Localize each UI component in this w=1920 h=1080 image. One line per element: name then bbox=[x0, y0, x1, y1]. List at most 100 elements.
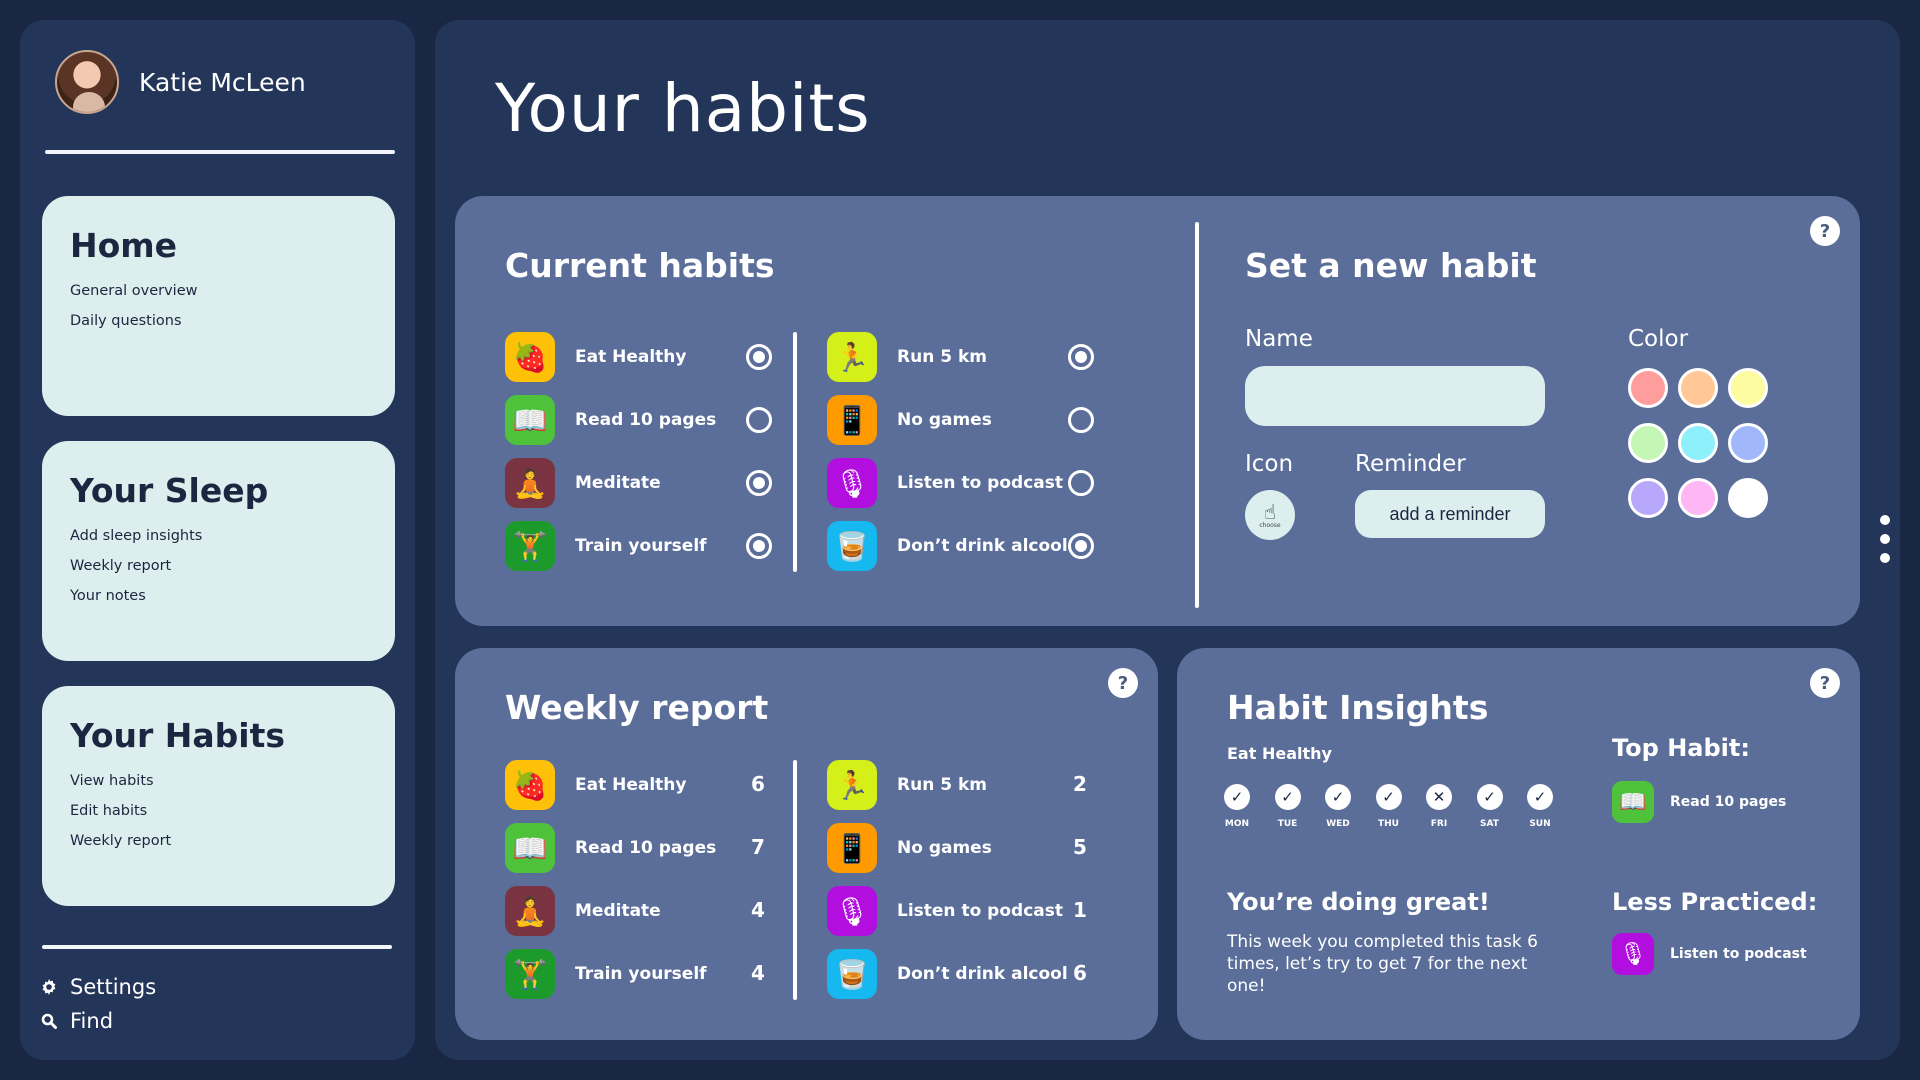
report-row-don-t-drink-alcool[interactable]: 🥃 Don’t drink alcool bbox=[827, 949, 1068, 999]
training-icon: 🏋 bbox=[505, 949, 555, 999]
strawberry-icon: 🍓 bbox=[505, 332, 555, 382]
podcast-icon: 🎙 bbox=[1612, 933, 1654, 975]
nav-link-sleep-weekly-report[interactable]: Weekly report bbox=[70, 558, 367, 574]
help-icon[interactable]: ? bbox=[1108, 668, 1138, 698]
sidebar: Katie McLeen Home General overview Daily… bbox=[20, 20, 415, 1060]
habit-label: Read 10 pages bbox=[575, 410, 717, 430]
color-swatch[interactable] bbox=[1628, 423, 1668, 463]
user-name: Katie McLeen bbox=[139, 67, 306, 97]
habit-row-read-10-pages[interactable]: 📖 Read 10 pages bbox=[505, 395, 716, 445]
habit-toggle-listen-to-podcast[interactable] bbox=[1068, 470, 1094, 496]
weekly-report-title: Weekly report bbox=[505, 688, 769, 727]
insights-title: Habit Insights bbox=[1227, 688, 1489, 727]
habit-toggle-meditate[interactable] bbox=[746, 470, 772, 496]
report-row-read-10-pages[interactable]: 📖 Read 10 pages bbox=[505, 823, 716, 873]
nav-card-home[interactable]: Home General overview Daily questions bbox=[42, 196, 395, 416]
habit-label: Read 10 pages bbox=[575, 838, 717, 858]
habit-label: No games bbox=[897, 838, 992, 858]
icon-picker[interactable]: ☝ choose bbox=[1245, 490, 1295, 540]
habit-toggle-no-games[interactable] bbox=[1068, 407, 1094, 433]
report-row-meditate[interactable]: 🧘 Meditate bbox=[505, 886, 661, 936]
add-reminder-button[interactable]: add a reminder bbox=[1355, 490, 1545, 538]
nav-card-habits[interactable]: Your Habits View habits Edit habits Week… bbox=[42, 686, 395, 906]
page-dot[interactable] bbox=[1880, 534, 1890, 544]
nav-link-general-overview[interactable]: General overview bbox=[70, 283, 367, 299]
color-swatch[interactable] bbox=[1628, 478, 1668, 518]
find-link[interactable]: Find bbox=[40, 1009, 156, 1033]
nav-card-sleep[interactable]: Your Sleep Add sleep insights Weekly rep… bbox=[42, 441, 395, 661]
habit-label: Train yourself bbox=[575, 964, 707, 984]
report-row-eat-healthy[interactable]: 🍓 Eat Healthy bbox=[505, 760, 687, 810]
habit-label: Don’t drink alcool bbox=[897, 964, 1068, 984]
user-profile[interactable]: Katie McLeen bbox=[55, 50, 306, 114]
check-icon: ✓ bbox=[1274, 784, 1301, 810]
report-row-train-yourself[interactable]: 🏋 Train yourself bbox=[505, 949, 707, 999]
report-row-listen-to-podcast[interactable]: 🎙 Listen to podcast bbox=[827, 886, 1063, 936]
strawberry-icon: 🍓 bbox=[505, 760, 555, 810]
color-swatch[interactable] bbox=[1678, 478, 1718, 518]
habit-count-run-5-km: 2 bbox=[1073, 772, 1087, 796]
page-dot[interactable] bbox=[1880, 553, 1890, 563]
help-icon[interactable]: ? bbox=[1810, 216, 1840, 246]
color-swatch[interactable] bbox=[1728, 478, 1768, 518]
glass-icon: 🥃 bbox=[827, 521, 877, 571]
day-tue: ✓ TUE bbox=[1268, 784, 1308, 829]
habit-row-listen-to-podcast[interactable]: 🎙 Listen to podcast bbox=[827, 458, 1063, 508]
nav-link-your-notes[interactable]: Your notes bbox=[70, 588, 367, 604]
color-swatch[interactable] bbox=[1678, 423, 1718, 463]
report-row-run-5-km[interactable]: 🏃 Run 5 km bbox=[827, 760, 987, 810]
book-icon: 📖 bbox=[505, 395, 555, 445]
report-row-no-games[interactable]: 📱 No games bbox=[827, 823, 992, 873]
podcast-icon: 🎙 bbox=[827, 458, 877, 508]
main-content: Your habits Current habits Set a new hab… bbox=[435, 20, 1900, 1060]
pagination-dots[interactable] bbox=[1880, 515, 1890, 572]
habit-toggle-don-t-drink-alcool[interactable] bbox=[1068, 533, 1094, 559]
habit-label: Run 5 km bbox=[897, 347, 987, 367]
nav-link-daily-questions[interactable]: Daily questions bbox=[70, 313, 367, 329]
day-thu: ✓ THU bbox=[1369, 784, 1409, 829]
nav-link-habits-weekly-report[interactable]: Weekly report bbox=[70, 833, 367, 849]
habit-row-run-5-km[interactable]: 🏃 Run 5 km bbox=[827, 332, 987, 382]
avatar[interactable] bbox=[55, 50, 119, 114]
less-practiced-name: Listen to podcast bbox=[1670, 946, 1807, 962]
habit-row-eat-healthy[interactable]: 🍓 Eat Healthy bbox=[505, 332, 687, 382]
color-swatch[interactable] bbox=[1728, 423, 1768, 463]
top-habit-label: Top Habit: bbox=[1612, 734, 1750, 762]
habit-toggle-eat-healthy[interactable] bbox=[746, 344, 772, 370]
top-habit-name: Read 10 pages bbox=[1670, 794, 1787, 810]
nav-link-view-habits[interactable]: View habits bbox=[70, 773, 367, 789]
insights-message: This week you completed this task 6 time… bbox=[1227, 932, 1538, 996]
day-label: TUE bbox=[1277, 819, 1298, 829]
habit-row-don-t-drink-alcool[interactable]: 🥃 Don’t drink alcool bbox=[827, 521, 1068, 571]
nav-link-edit-habits[interactable]: Edit habits bbox=[70, 803, 367, 819]
day-fri: ✕ FRI bbox=[1419, 784, 1459, 829]
day-label: MON bbox=[1224, 819, 1250, 829]
book-icon: 📖 bbox=[1612, 781, 1654, 823]
help-icon[interactable]: ? bbox=[1810, 668, 1840, 698]
find-label: Find bbox=[70, 1009, 114, 1033]
book-icon: 📖 bbox=[505, 823, 555, 873]
runner-icon: 🏃 bbox=[827, 332, 877, 382]
habit-toggle-read-10-pages[interactable] bbox=[746, 407, 772, 433]
habit-row-train-yourself[interactable]: 🏋 Train yourself bbox=[505, 521, 707, 571]
habit-row-meditate[interactable]: 🧘 Meditate bbox=[505, 458, 661, 508]
habit-toggle-run-5-km[interactable] bbox=[1068, 344, 1094, 370]
habit-toggle-train-yourself[interactable] bbox=[746, 533, 772, 559]
habit-name-input[interactable] bbox=[1245, 366, 1545, 426]
color-swatch[interactable] bbox=[1728, 368, 1768, 408]
meditate-icon: 🧘 bbox=[505, 886, 555, 936]
nav-link-add-sleep-insights[interactable]: Add sleep insights bbox=[70, 528, 367, 544]
panel-divider bbox=[1195, 222, 1199, 608]
page-dot[interactable] bbox=[1880, 515, 1890, 525]
color-swatch[interactable] bbox=[1628, 368, 1668, 408]
nav-title-home: Home bbox=[70, 226, 178, 265]
color-swatch[interactable] bbox=[1678, 368, 1718, 408]
settings-link[interactable]: Settings bbox=[40, 975, 156, 999]
habit-row-no-games[interactable]: 📱 No games bbox=[827, 395, 992, 445]
current-habits-divider bbox=[793, 332, 797, 572]
less-practiced-habit: 🎙 Listen to podcast bbox=[1612, 933, 1807, 975]
name-label: Name bbox=[1245, 326, 1313, 352]
phone-icon: 📱 bbox=[827, 395, 877, 445]
habits-panel: Current habits Set a new habit Name Icon… bbox=[455, 196, 1860, 626]
day-label: THU bbox=[1378, 819, 1399, 829]
